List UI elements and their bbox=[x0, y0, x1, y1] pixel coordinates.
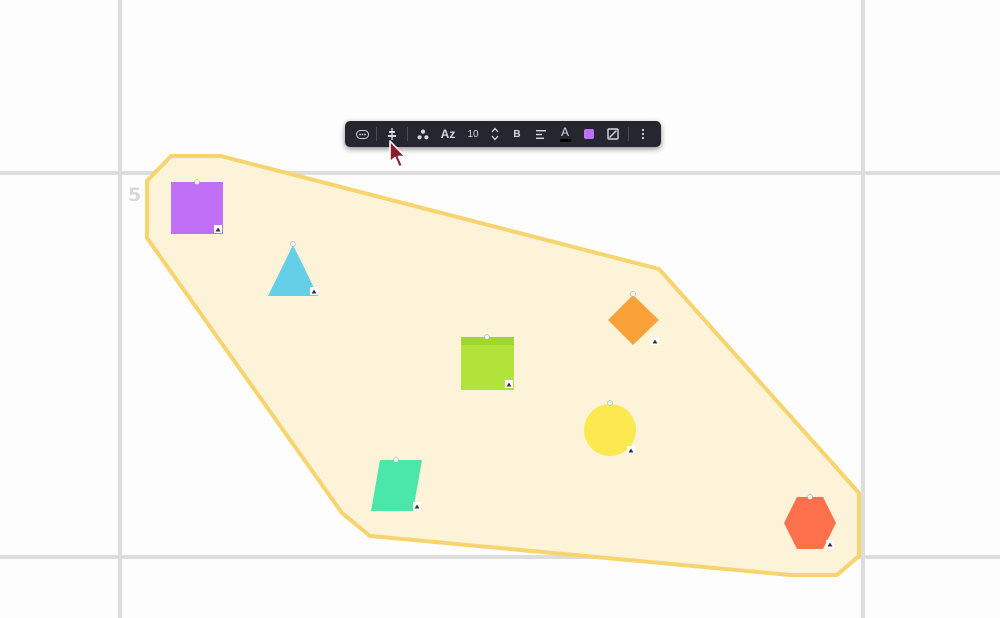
square-shape[interactable] bbox=[171, 179, 223, 235]
connection-handle[interactable] bbox=[290, 241, 296, 247]
fill-color-swatch bbox=[584, 129, 594, 139]
connection-handle[interactable] bbox=[484, 334, 490, 340]
stepper-arrows-icon bbox=[491, 127, 499, 141]
font-size-stepper[interactable] bbox=[485, 121, 505, 147]
connection-handle[interactable] bbox=[194, 179, 200, 185]
toolbar-divider bbox=[628, 127, 629, 141]
text-color-button[interactable]: A bbox=[553, 121, 577, 147]
border-icon bbox=[607, 128, 619, 140]
fill-color-button[interactable] bbox=[577, 121, 601, 147]
align-left-icon bbox=[536, 129, 546, 139]
shape-type-button[interactable] bbox=[411, 121, 435, 147]
font-family-button[interactable]: Az bbox=[435, 121, 461, 147]
connection-handle[interactable] bbox=[607, 400, 613, 406]
toolbar-divider bbox=[376, 127, 377, 141]
text-color-swatch bbox=[559, 138, 571, 142]
text-color-label: A bbox=[560, 124, 569, 139]
connection-handle[interactable] bbox=[393, 457, 399, 463]
shapes-icon bbox=[417, 129, 429, 139]
mouse-cursor-icon bbox=[389, 140, 406, 168]
connection-handle[interactable] bbox=[630, 291, 636, 297]
collapse-toolbar-button[interactable] bbox=[351, 121, 373, 147]
ellipsis-pill-icon bbox=[355, 129, 369, 139]
kebab-menu-icon bbox=[641, 128, 645, 140]
border-style-button[interactable] bbox=[601, 121, 625, 147]
font-size-value[interactable]: 10 bbox=[461, 121, 485, 147]
toolbar-divider bbox=[407, 127, 408, 141]
frame-number: 5 bbox=[128, 184, 142, 206]
connection-handle[interactable] bbox=[807, 494, 813, 500]
text-align-button[interactable] bbox=[529, 121, 553, 147]
sticky-note-shape[interactable] bbox=[461, 334, 514, 391]
bold-button[interactable]: B bbox=[505, 121, 529, 147]
align-icon bbox=[388, 128, 396, 140]
more-options-button[interactable] bbox=[632, 121, 654, 147]
whiteboard-canvas[interactable] bbox=[0, 0, 1000, 618]
